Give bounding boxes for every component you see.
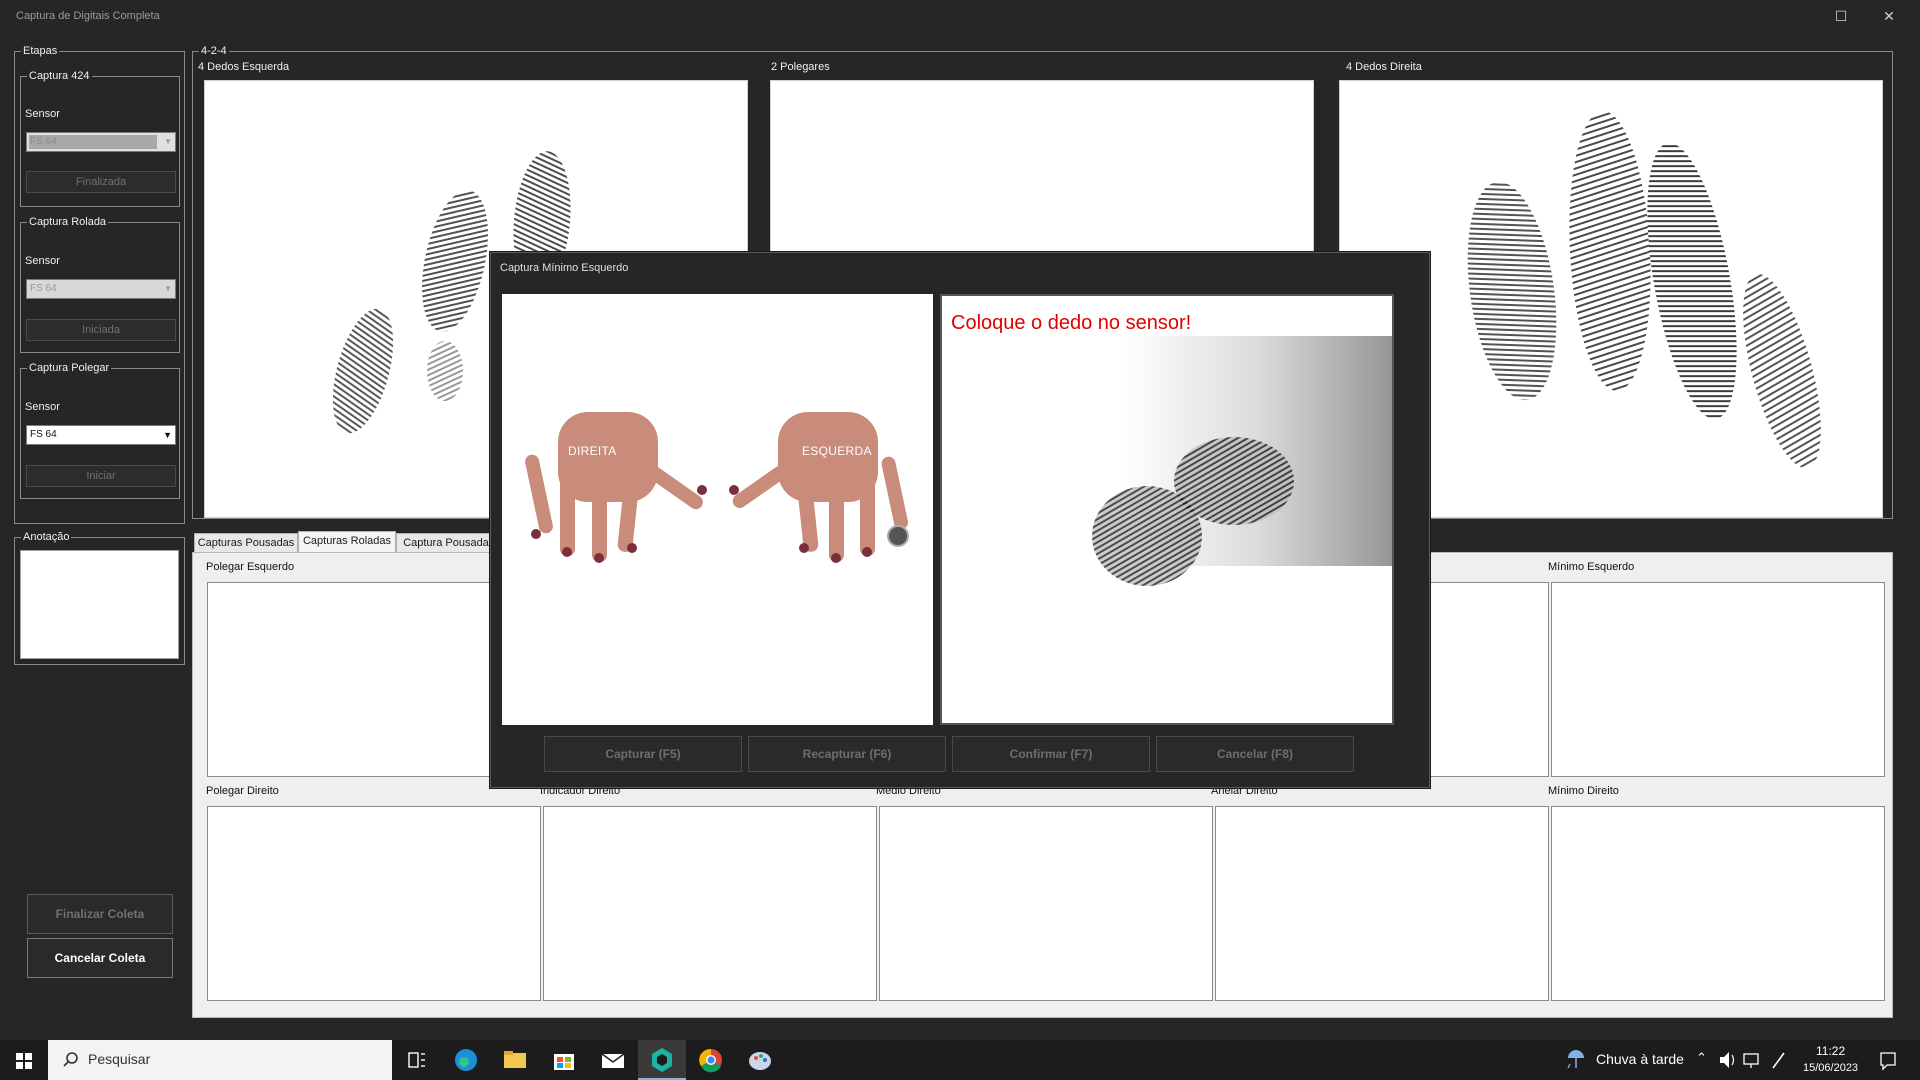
annotation-group: Anotação	[14, 531, 185, 665]
edge-icon	[455, 1049, 477, 1071]
windows-icon	[16, 1053, 32, 1069]
mail-icon	[601, 1053, 625, 1068]
sensor-select-424[interactable]: FS 64 ▼	[26, 132, 176, 152]
sensor-label: Sensor	[25, 255, 60, 267]
close-button[interactable]: ✕	[1866, 0, 1912, 32]
file-explorer-button[interactable]	[491, 1040, 539, 1080]
chevron-down-icon: ▼	[163, 430, 172, 440]
folder-icon	[504, 1051, 526, 1068]
label-minimo-esquerdo: Mínimo Esquerdo	[1548, 561, 1635, 573]
confirm-button[interactable]: Confirmar (F7)	[952, 736, 1150, 772]
volume-icon[interactable]	[1717, 1040, 1737, 1080]
cancel-button[interactable]: Cancelar (F8)	[1156, 736, 1354, 772]
sensor-select-rolled[interactable]: FS 64 ▼	[26, 279, 176, 299]
cell-anelar-direito	[1215, 806, 1549, 1001]
start-button[interactable]	[0, 1040, 48, 1080]
sensor-preview-image	[1092, 336, 1392, 586]
sensor-preview-panel: Coloque o dedo no sensor!	[940, 294, 1394, 725]
sensor-label: Sensor	[25, 108, 60, 120]
task-view-button[interactable]	[392, 1040, 440, 1080]
paint-button[interactable]	[736, 1040, 784, 1080]
capture-rolled-group: Captura Rolada Sensor FS 64 ▼ Iniciada	[20, 216, 180, 353]
chrome-icon	[699, 1048, 722, 1073]
sensor-select-thumb[interactable]: FS 64 ▼	[26, 425, 176, 445]
chevron-up-icon[interactable]: ⌃	[1696, 1050, 1707, 1066]
capture-app-button[interactable]	[638, 1040, 686, 1080]
hand-left-label: ESQUERDA	[802, 444, 872, 458]
group-4-2-4-label: 4-2-4	[199, 45, 229, 58]
edge-button[interactable]	[442, 1040, 490, 1080]
maximize-button[interactable]: ☐	[1818, 0, 1864, 32]
capture-424-title: Captura 424	[27, 70, 92, 83]
sensor-label: Sensor	[25, 401, 60, 413]
cell-medio-direito	[879, 806, 1213, 1001]
capture-button[interactable]: Capturar (F5)	[544, 736, 742, 772]
taskbar-search[interactable]: Pesquisar	[48, 1040, 392, 1080]
search-placeholder: Pesquisar	[88, 1051, 151, 1067]
label-minimo-direito: Mínimo Direito	[1548, 785, 1619, 797]
mail-button[interactable]	[589, 1040, 637, 1080]
cell-polegar-direito	[207, 806, 541, 1001]
iniciada-button[interactable]: Iniciada	[26, 319, 176, 341]
iniciar-button[interactable]: Iniciar	[26, 465, 176, 487]
cell-minimo-esquerdo	[1551, 582, 1885, 777]
sensor-select-value: FS 64	[30, 283, 57, 294]
clock-date[interactable]: 15/06/2023	[1803, 1062, 1858, 1074]
weather-text[interactable]: Chuva à tarde	[1596, 1051, 1684, 1067]
dialog-title: Captura Mínimo Esquerdo	[500, 262, 629, 274]
annotation-textarea[interactable]	[20, 550, 179, 659]
pen-icon[interactable]	[1769, 1040, 1789, 1080]
tab-captura-pousada[interactable]: Captura Pousada	[396, 533, 496, 553]
sensor-message: Coloque o dedo no sensor!	[951, 312, 1192, 334]
hands-guide-panel: DIREITA ESQUERDA	[502, 294, 933, 725]
cell-indicador-direito	[543, 806, 877, 1001]
store-button[interactable]	[540, 1040, 588, 1080]
tab-capturas-roladas[interactable]: Capturas Roladas	[298, 531, 396, 553]
taskbar: Pesquisar Chuva à tarde ⌃ 11:22 15/06/20…	[0, 1040, 1920, 1080]
steps-label: Etapas	[21, 45, 60, 58]
panel-label-thumbs: 2 Polegares	[771, 61, 830, 73]
chevron-down-icon: ▼	[164, 137, 172, 146]
selected-finger-marker	[887, 525, 909, 547]
task-view-icon	[408, 1052, 425, 1068]
capture-424-group: Captura 424 Sensor FS 64 ▼ Finalizada	[20, 70, 180, 207]
clock-time[interactable]: 11:22	[1816, 1044, 1845, 1058]
capture-thumb-group: Captura Polegar Sensor FS 64 ▼ Iniciar	[20, 362, 180, 499]
hands-illustration	[525, 412, 909, 563]
paint-icon	[749, 1052, 771, 1070]
chevron-down-icon: ▼	[164, 284, 172, 293]
hand-right-label: DIREITA	[568, 444, 617, 458]
store-icon	[554, 1054, 574, 1070]
capture-dialog: Captura Mínimo Esquerdo DIREITA ESQUERDA…	[490, 252, 1430, 788]
network-icon[interactable]	[1741, 1040, 1761, 1080]
window-title: Captura de Digitais Completa	[16, 10, 160, 22]
panel-label-right-four: 4 Dedos Direita	[1346, 61, 1422, 73]
capture-thumb-title: Captura Polegar	[27, 362, 112, 375]
weather-rain-icon	[1567, 1050, 1584, 1069]
sensor-select-value: FS 64	[30, 429, 57, 440]
recapture-button[interactable]: Recapturar (F6)	[748, 736, 946, 772]
capture-rolled-title: Captura Rolada	[27, 216, 109, 229]
cancel-collection-button[interactable]: Cancelar Coleta	[27, 938, 173, 978]
tab-capturas-pousadas[interactable]: Capturas Pousadas	[194, 533, 298, 553]
panel-label-left-four: 4 Dedos Esquerda	[198, 61, 290, 73]
sensor-select-value: FS 64	[29, 135, 157, 149]
app-hexagon-icon	[652, 1048, 672, 1072]
cell-minimo-direito	[1551, 806, 1885, 1001]
label-polegar-direito: Polegar Direito	[206, 785, 279, 797]
chrome-button[interactable]	[687, 1040, 735, 1080]
title-bar: Captura de Digitais Completa ☐ ✕	[0, 0, 1920, 32]
notification-icon[interactable]	[1878, 1040, 1898, 1080]
finish-collection-button[interactable]: Finalizar Coleta	[27, 894, 173, 934]
label-polegar-esquerdo: Polegar Esquerdo	[206, 561, 295, 573]
annotation-label: Anotação	[21, 531, 72, 544]
finalizada-button[interactable]: Finalizada	[26, 171, 176, 193]
